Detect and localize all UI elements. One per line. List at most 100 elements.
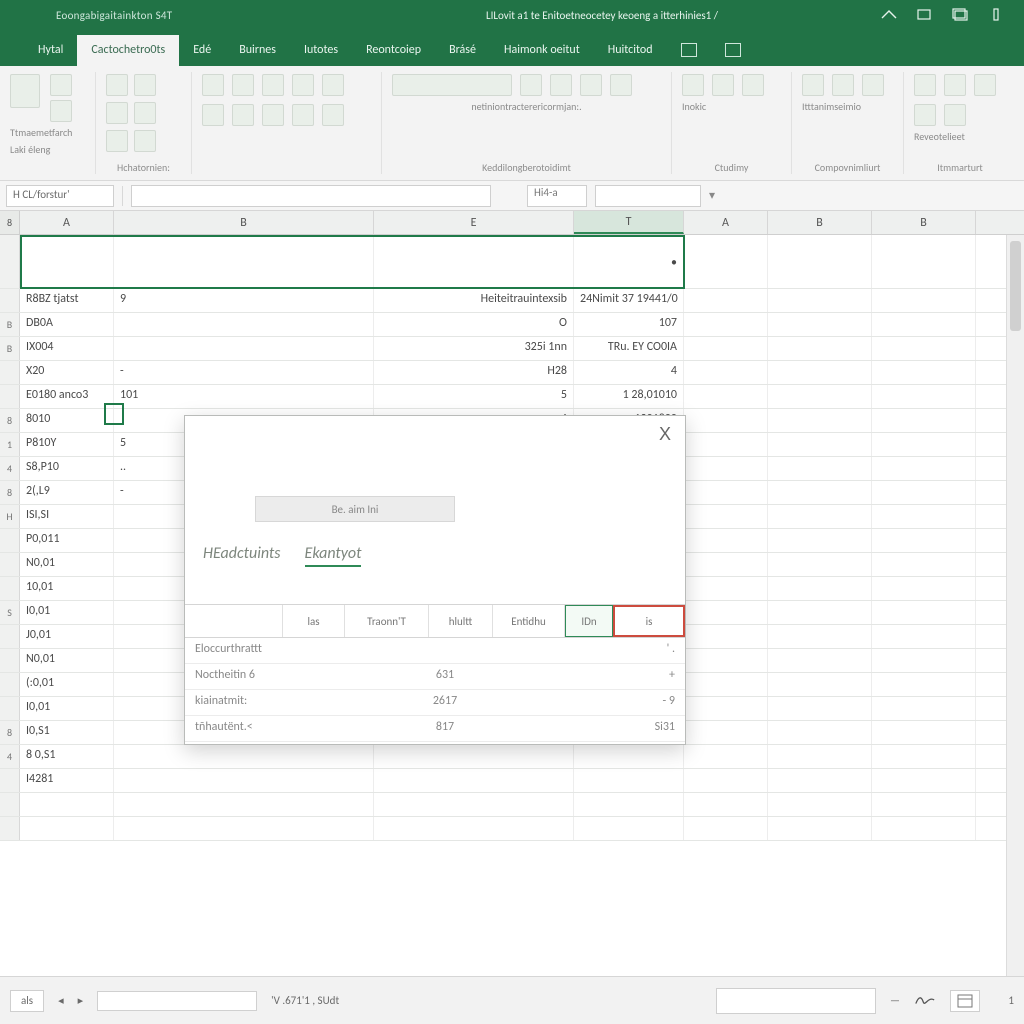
cell[interactable]: [872, 721, 976, 744]
cell[interactable]: I0,01: [20, 601, 114, 624]
row-header[interactable]: 1: [0, 433, 20, 456]
cut-icon[interactable]: [50, 74, 72, 96]
cell[interactable]: [574, 793, 684, 816]
cell[interactable]: [768, 601, 872, 624]
cell[interactable]: [684, 793, 768, 816]
find-icon[interactable]: [944, 104, 966, 126]
cell[interactable]: 10,01: [20, 577, 114, 600]
fill-icon[interactable]: [944, 74, 966, 96]
row-header[interactable]: S: [0, 601, 20, 624]
cell[interactable]: [684, 625, 768, 648]
cell[interactable]: O: [374, 313, 574, 336]
cell[interactable]: [768, 697, 872, 720]
cell[interactable]: [768, 529, 872, 552]
table-row[interactable]: •: [0, 235, 1024, 289]
sheet-tab[interactable]: als: [10, 990, 44, 1012]
fill-color-icon[interactable]: [106, 130, 128, 152]
cell[interactable]: [684, 649, 768, 672]
bold-icon[interactable]: [106, 74, 128, 96]
cell[interactable]: [872, 793, 976, 816]
cell[interactable]: (:0,01: [20, 673, 114, 696]
dropdown-icon[interactable]: ▾: [709, 188, 715, 203]
merge-icon[interactable]: [322, 104, 344, 126]
nav-prev-icon[interactable]: ◂: [58, 994, 64, 1007]
vertical-scrollbar[interactable]: [1006, 235, 1024, 976]
cell[interactable]: [872, 697, 976, 720]
column-header-B-6[interactable]: B: [872, 211, 976, 234]
cell[interactable]: TRu. EY CO0IA: [574, 337, 684, 360]
cell[interactable]: [872, 361, 976, 384]
panel-tab-5[interactable]: is: [613, 605, 685, 637]
cell[interactable]: [574, 745, 684, 768]
cell[interactable]: S8,P10: [20, 457, 114, 480]
table-row[interactable]: [0, 817, 1024, 841]
cell[interactable]: [768, 577, 872, 600]
table-row[interactable]: X20-H284: [0, 361, 1024, 385]
panel-tab-3[interactable]: Entidhu: [493, 605, 565, 637]
panel-search-box[interactable]: Be. aim Ini: [255, 496, 455, 522]
copy-icon[interactable]: [50, 100, 72, 122]
cell[interactable]: 2(,L9: [20, 481, 114, 504]
row-header[interactable]: [0, 649, 20, 672]
ribbon-tab-7[interactable]: Haimonk oeitut: [490, 35, 594, 66]
cell[interactable]: [684, 817, 768, 840]
ribbon-tab-6[interactable]: Brásé: [435, 35, 490, 66]
row-header[interactable]: [0, 385, 20, 408]
column-header-T-3[interactable]: T: [574, 211, 684, 234]
ribbon-tab-3[interactable]: Buirnes: [225, 35, 290, 66]
cell[interactable]: [684, 289, 768, 312]
cell[interactable]: [872, 313, 976, 336]
paste-icon[interactable]: [10, 74, 40, 108]
cell[interactable]: [768, 793, 872, 816]
cell[interactable]: [768, 361, 872, 384]
panel-close-button[interactable]: X: [659, 424, 671, 445]
table-format-icon[interactable]: [712, 74, 734, 96]
cell[interactable]: 8010: [20, 409, 114, 432]
dash-icon[interactable]: —: [890, 994, 900, 1007]
cell[interactable]: [114, 793, 374, 816]
cell[interactable]: [684, 313, 768, 336]
cell[interactable]: [374, 793, 574, 816]
cell[interactable]: [872, 481, 976, 504]
row-header[interactable]: [0, 289, 20, 312]
row-header[interactable]: 8: [0, 481, 20, 504]
column-header-A-4[interactable]: A: [684, 211, 768, 234]
row-header[interactable]: [0, 673, 20, 696]
format-icon[interactable]: [862, 74, 884, 96]
number-format-icon[interactable]: [392, 74, 512, 96]
cell[interactable]: [872, 385, 976, 408]
close-icon[interactable]: [988, 8, 1006, 22]
table-row[interactable]: BDB0AO107: [0, 313, 1024, 337]
cell[interactable]: [684, 601, 768, 624]
cell[interactable]: J0,01: [20, 625, 114, 648]
cell[interactable]: [768, 673, 872, 696]
row-header[interactable]: B: [0, 313, 20, 336]
signature-icon[interactable]: [914, 990, 936, 1011]
row-header[interactable]: [0, 793, 20, 816]
ribbon-tab-1[interactable]: Cactochetro0ts: [77, 35, 179, 66]
cell[interactable]: 5: [374, 385, 574, 408]
table-row[interactable]: I4281: [0, 769, 1024, 793]
cell[interactable]: 24Nimit 37 19441/0: [574, 289, 684, 312]
insert-icon[interactable]: [802, 74, 824, 96]
cell[interactable]: [872, 769, 976, 792]
cell[interactable]: [872, 505, 976, 528]
cell[interactable]: [114, 337, 374, 360]
nav-next-icon[interactable]: ▸: [78, 994, 84, 1007]
formula-input-mid[interactable]: [595, 185, 701, 207]
column-header-E-2[interactable]: E: [374, 211, 574, 234]
ribbon-tab-5[interactable]: Reontcoiep: [352, 35, 435, 66]
cell[interactable]: IX004: [20, 337, 114, 360]
align-center-icon[interactable]: [322, 74, 344, 96]
cell[interactable]: I0,01: [20, 697, 114, 720]
autosum-icon[interactable]: [914, 74, 936, 96]
cell[interactable]: [684, 385, 768, 408]
minimize-icon[interactable]: [916, 8, 934, 22]
cell[interactable]: [684, 529, 768, 552]
row-header[interactable]: [0, 817, 20, 840]
cell[interactable]: [684, 361, 768, 384]
wrap-icon[interactable]: [292, 104, 314, 126]
ribbon-tab-0[interactable]: Hytal: [24, 35, 77, 66]
cell[interactable]: [872, 553, 976, 576]
ribbon-tab-2[interactable]: Edé: [179, 35, 225, 66]
